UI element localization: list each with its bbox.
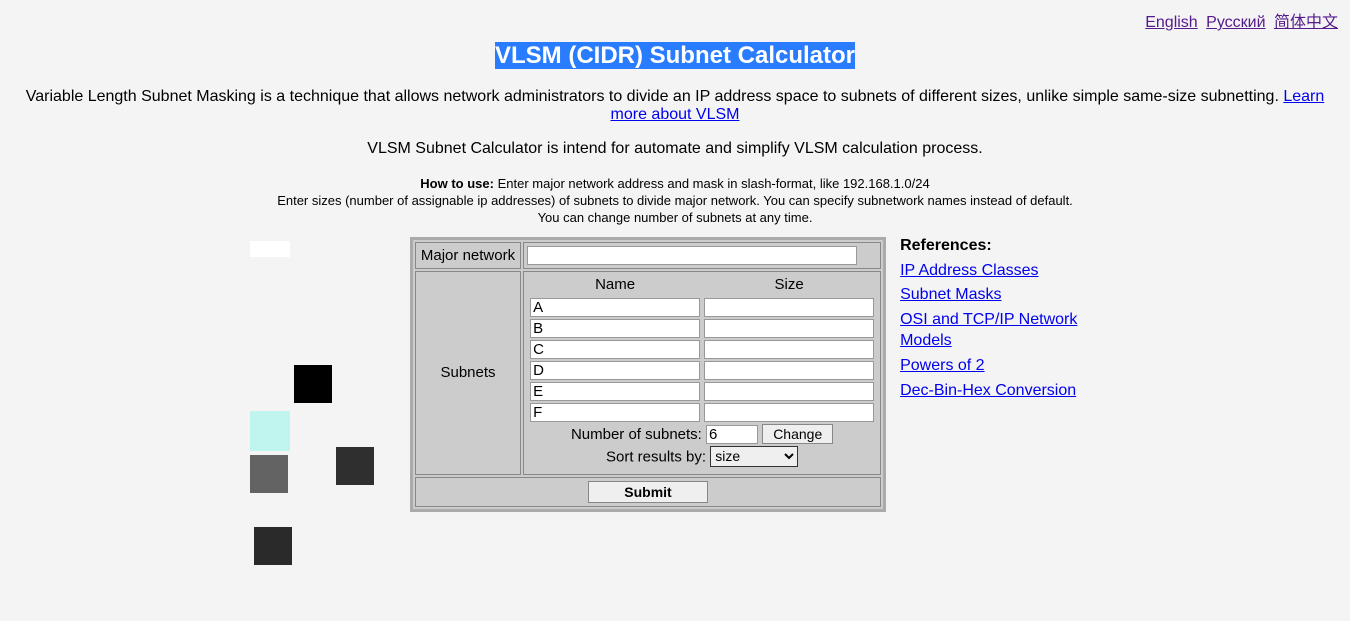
subnet-size-input[interactable] xyxy=(704,361,874,380)
decorative-boxes xyxy=(250,237,410,577)
calculator-form: Major network Subnets Name Size xyxy=(410,237,886,512)
subnet-name-input[interactable] xyxy=(530,298,700,317)
subnet-name-input[interactable] xyxy=(530,319,700,338)
references-title: References: xyxy=(900,237,1100,255)
sort-label: Sort results by: xyxy=(606,448,706,465)
subnets-label: Subnets xyxy=(415,271,521,475)
subnet-row xyxy=(528,381,876,402)
ref-link[interactable]: OSI and TCP/IP Network Models xyxy=(900,310,1100,352)
lang-ru[interactable]: Русский xyxy=(1206,14,1265,31)
subnets-table: Name Size xyxy=(528,274,876,468)
ref-link[interactable]: Powers of 2 xyxy=(900,356,1100,377)
ref-link[interactable]: Subnet Masks xyxy=(900,285,1100,306)
references: References: IP Address Classes Subnet Ma… xyxy=(900,237,1100,406)
change-button[interactable]: Change xyxy=(762,424,833,444)
subnet-size-input[interactable] xyxy=(704,319,874,338)
subnet-size-input[interactable] xyxy=(704,382,874,401)
size-header: Size xyxy=(702,274,876,297)
page-title: VLSM (CIDR) Subnet Calculator xyxy=(0,42,1350,70)
subnet-size-input[interactable] xyxy=(704,298,874,317)
subnet-row xyxy=(528,339,876,360)
major-network-input[interactable] xyxy=(527,246,857,265)
ref-link[interactable]: IP Address Classes xyxy=(900,261,1100,282)
subnet-row xyxy=(528,360,876,381)
subnet-size-input[interactable] xyxy=(704,340,874,359)
subnet-row xyxy=(528,402,876,423)
subnet-row xyxy=(528,318,876,339)
num-subnets-label: Number of subnets: xyxy=(571,426,702,443)
submit-button[interactable]: Submit xyxy=(588,481,708,503)
language-links: English Русский 简体中文 xyxy=(0,0,1350,32)
subnet-name-input[interactable] xyxy=(530,340,700,359)
subnet-size-input[interactable] xyxy=(704,403,874,422)
name-header: Name xyxy=(528,274,702,297)
subnet-name-input[interactable] xyxy=(530,403,700,422)
howto-text: How to use: Enter major network address … xyxy=(0,176,1350,227)
num-subnets-input[interactable] xyxy=(706,425,758,444)
sort-select[interactable]: size xyxy=(710,446,798,467)
ref-link[interactable]: Dec-Bin-Hex Conversion xyxy=(900,381,1100,402)
intro-text: Variable Length Subnet Masking is a tech… xyxy=(20,88,1330,124)
subtitle: VLSM Subnet Calculator is intend for aut… xyxy=(0,140,1350,158)
lang-en[interactable]: English xyxy=(1145,14,1197,31)
subnet-name-input[interactable] xyxy=(530,382,700,401)
subnet-name-input[interactable] xyxy=(530,361,700,380)
lang-cn[interactable]: 简体中文 xyxy=(1274,14,1338,31)
subnet-row xyxy=(528,297,876,318)
major-network-label: Major network xyxy=(415,242,521,269)
